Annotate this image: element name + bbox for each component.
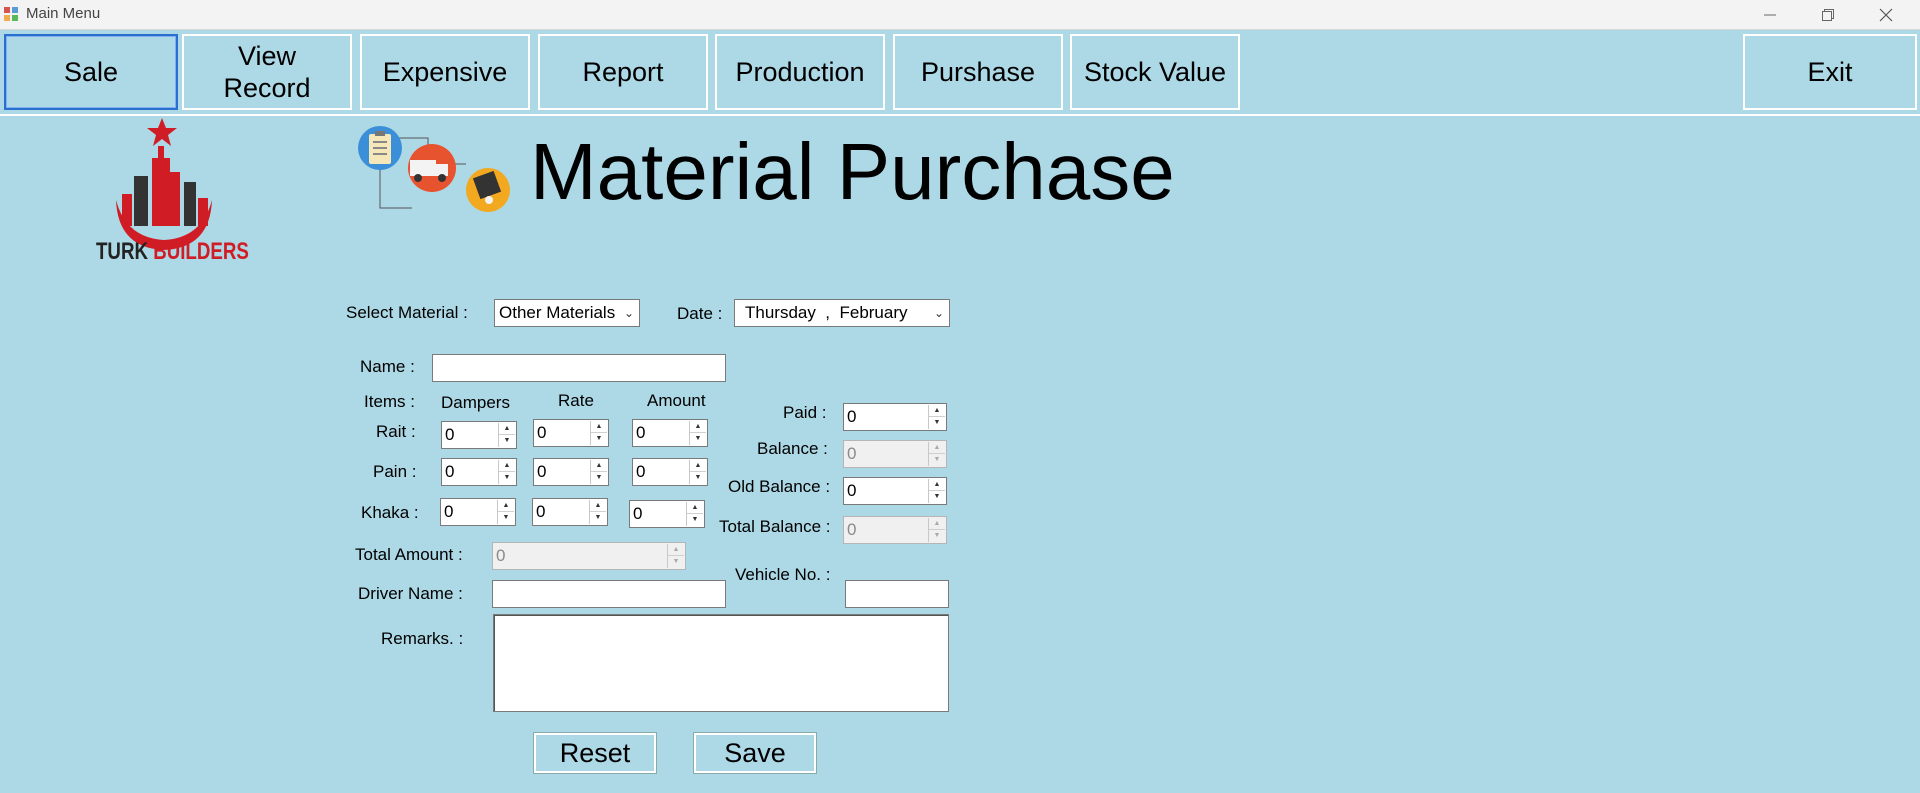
- spinner-arrows-icon[interactable]: ▲ ▼: [590, 421, 607, 445]
- report-button[interactable]: Report: [538, 34, 708, 110]
- date-picker[interactable]: Thursday , February ⌄: [734, 299, 950, 327]
- khaka-amount-input[interactable]: 0 ▲ ▼: [629, 500, 705, 528]
- vehicle-no-input[interactable]: [845, 580, 949, 608]
- expensive-button[interactable]: Expensive: [360, 34, 530, 110]
- purshase-button[interactable]: Purshase: [893, 34, 1063, 110]
- logo-text: TURK BUILDERS: [96, 238, 249, 265]
- minimize-button[interactable]: [1742, 0, 1798, 29]
- window-title: Main Menu: [26, 5, 101, 22]
- restore-button[interactable]: [1800, 0, 1856, 29]
- rate-column-header: Rate: [558, 391, 594, 410]
- spinner-arrows-icon[interactable]: ▲ ▼: [589, 500, 606, 524]
- chevron-down-icon: ⌄: [929, 300, 949, 326]
- driver-name-input[interactable]: [492, 580, 726, 608]
- amount-column-header: Amount: [647, 391, 706, 410]
- spinner-arrows-icon: ▲ ▼: [928, 442, 945, 466]
- balance-input: 0 ▲ ▼: [843, 440, 947, 468]
- select-material-dropdown[interactable]: Other Materials ⌄: [494, 299, 640, 327]
- date-label: Date :: [677, 304, 723, 323]
- view-record-button[interactable]: View Record: [182, 34, 352, 110]
- spinner-arrows-icon[interactable]: ▲ ▼: [689, 421, 706, 445]
- total-amount-input: 0 ▲ ▼: [492, 542, 686, 570]
- khaka-rate-input[interactable]: 0 ▲ ▼: [532, 498, 608, 526]
- spinner-arrows-icon[interactable]: ▲ ▼: [498, 460, 515, 484]
- total-balance-input: 0 ▲ ▼: [843, 516, 947, 544]
- khaka-label: Khaka :: [361, 503, 419, 522]
- pain-amount-input[interactable]: 0 ▲ ▼: [632, 458, 708, 486]
- window-title-bar: Main Menu: [0, 0, 1920, 30]
- balance-label: Balance :: [757, 439, 828, 458]
- name-label: Name :: [360, 357, 415, 376]
- close-icon: [1879, 8, 1893, 21]
- pain-dampers-input[interactable]: 0 ▲ ▼: [441, 458, 517, 486]
- khaka-dampers-input[interactable]: 0 ▲ ▼: [440, 498, 516, 526]
- rait-amount-input[interactable]: 0 ▲ ▼: [632, 419, 708, 447]
- minimize-icon: [1764, 14, 1776, 15]
- chevron-down-icon: ⌄: [619, 300, 639, 326]
- paid-input[interactable]: 0 ▲ ▼: [843, 403, 947, 431]
- dampers-column-header: Dampers: [441, 393, 510, 412]
- sale-button[interactable]: Sale: [4, 34, 178, 110]
- page-title: Material Purchase: [530, 127, 1175, 216]
- name-input[interactable]: [432, 354, 726, 382]
- rait-label: Rait :: [376, 422, 416, 441]
- date-value: Thursday , February: [745, 303, 908, 322]
- remarks-label: Remarks. :: [381, 629, 464, 648]
- total-balance-label: Total Balance :: [719, 517, 831, 536]
- items-label: Items :: [364, 392, 416, 411]
- production-button[interactable]: Production: [715, 34, 885, 110]
- purchase-process-graphic: [358, 126, 510, 212]
- exit-button[interactable]: Exit: [1743, 34, 1917, 110]
- spinner-arrows-icon[interactable]: ▲ ▼: [590, 460, 607, 484]
- paid-label: Paid :: [783, 403, 827, 422]
- reset-button[interactable]: Reset: [534, 733, 656, 773]
- spinner-arrows-icon[interactable]: ▲ ▼: [689, 460, 706, 484]
- spinner-arrows-icon[interactable]: ▲ ▼: [686, 502, 703, 526]
- pain-rate-input[interactable]: 0 ▲ ▼: [533, 458, 609, 486]
- restore-icon: [1822, 8, 1834, 21]
- remarks-textarea[interactable]: [493, 614, 949, 712]
- rait-dampers-input[interactable]: 0 ▲ ▼: [441, 421, 517, 449]
- select-material-value: Other Materials: [499, 303, 616, 322]
- close-button[interactable]: [1858, 0, 1914, 29]
- select-material-label: Select Material :: [346, 303, 468, 322]
- spinner-arrows-icon[interactable]: ▲ ▼: [497, 500, 514, 524]
- old-balance-input[interactable]: 0 ▲ ▼: [843, 477, 947, 505]
- driver-name-label: Driver Name :: [358, 584, 463, 603]
- old-balance-label: Old Balance :: [728, 477, 831, 496]
- stock-value-button[interactable]: Stock Value: [1070, 34, 1240, 110]
- pain-label: Pain :: [373, 462, 417, 481]
- vehicle-no-label: Vehicle No. :: [735, 565, 831, 584]
- total-amount-label: Total Amount :: [355, 545, 463, 564]
- spinner-arrows-icon[interactable]: ▲ ▼: [498, 423, 515, 447]
- app-icon: [4, 7, 18, 21]
- spinner-arrows-icon: ▲ ▼: [928, 518, 945, 542]
- spinner-arrows-icon: ▲ ▼: [667, 544, 684, 568]
- rait-rate-input[interactable]: 0 ▲ ▼: [533, 419, 609, 447]
- spinner-arrows-icon[interactable]: ▲ ▼: [928, 405, 945, 429]
- spinner-arrows-icon[interactable]: ▲ ▼: [928, 479, 945, 503]
- save-button[interactable]: Save: [694, 733, 816, 773]
